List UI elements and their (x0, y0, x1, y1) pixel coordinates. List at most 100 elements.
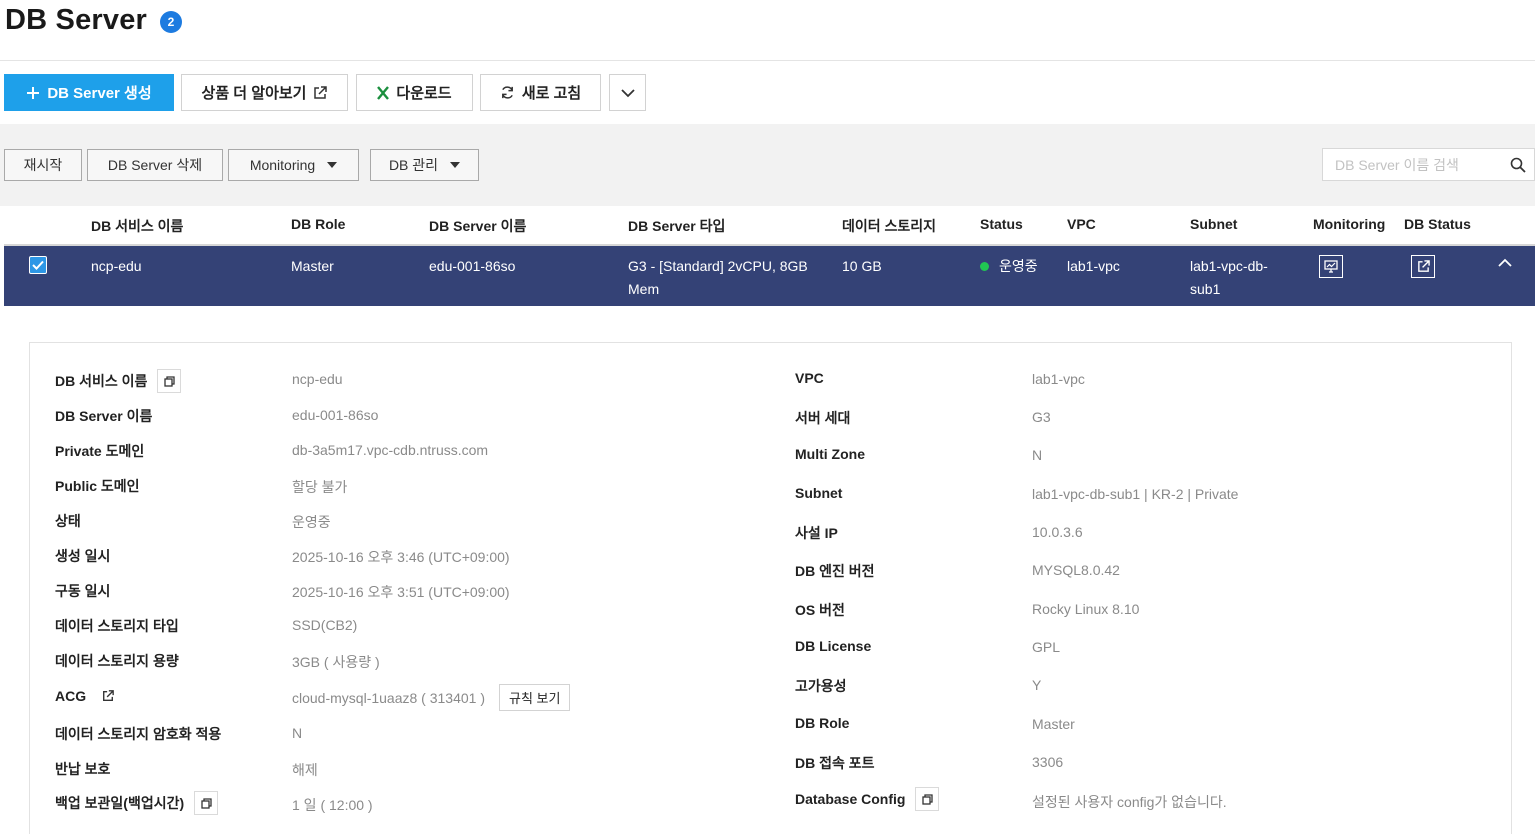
detail-value: G3 (1032, 409, 1051, 425)
detail-value: 3GB ( 사용량 ) (292, 654, 380, 670)
learn-more-label: 상품 더 알아보기 (201, 85, 307, 102)
chevron-up-icon[interactable] (1498, 258, 1512, 268)
cell-storage: 10 GB (842, 258, 882, 274)
detail-label-acg: ACG (55, 686, 120, 706)
table-header: DB 서비스 이름 DB Role DB Server 이름 DB Server… (4, 206, 1535, 246)
monitoring-label: Monitoring (249, 157, 316, 173)
search-input[interactable] (1335, 156, 1505, 174)
download-label: 다운로드 (396, 85, 452, 102)
refresh-label: 새로 고침 (521, 85, 582, 102)
detail-label: DB Role (795, 715, 850, 731)
column-header[interactable]: VPC (1067, 216, 1096, 232)
copy-icon[interactable] (157, 369, 182, 393)
detail-value: SSD(CB2) (292, 617, 358, 633)
detail-value: 2025-10-16 오후 3:46 (UTC+09:00) (292, 549, 510, 565)
row-checkbox[interactable] (29, 256, 47, 274)
detail-label-backup: 백업 보관일(백업시간) (55, 791, 219, 815)
column-header[interactable]: 데이터 스토리지 (842, 216, 936, 236)
subnet-line: sub1 (1190, 281, 1221, 297)
status-text: 운영중 (999, 258, 1038, 274)
page-title: DB Server (5, 4, 148, 36)
cell-subnet: lab1-vpc-db- sub1 (1190, 255, 1268, 301)
monitoring-button[interactable] (1319, 255, 1343, 278)
restart-button[interactable]: 재시작 (4, 149, 82, 181)
cell-server-name: edu-001-86so (429, 258, 516, 274)
cell-db-role: Master (291, 258, 334, 274)
detail-label: 데이터 스토리지 용량 (55, 653, 179, 669)
detail-label: DB 엔진 버전 (795, 563, 875, 579)
detail-value: MYSQL8.0.42 (1032, 562, 1120, 578)
detail-label: 사설 IP (795, 525, 838, 541)
detail-value: ncp-edu (292, 371, 343, 387)
learn-more-button[interactable]: 상품 더 알아보기 (181, 74, 348, 111)
more-menu-button[interactable] (609, 74, 646, 111)
detail-value: db-3a5m17.vpc-cdb.ntruss.com (292, 442, 489, 458)
detail-panel: DB 서비스 이름 DB Server 이름 Private 도메인 Publi… (29, 342, 1512, 834)
db-status-button[interactable] (1411, 255, 1435, 278)
label-text: Database Config (795, 791, 906, 807)
caret-down-icon (450, 162, 461, 168)
detail-value: 설정된 사용자 config가 없습니다. (1032, 794, 1227, 810)
detail-label: DB 접속 포트 (795, 755, 875, 771)
column-header[interactable]: DB Server 타입 (628, 216, 725, 236)
detail-label: 반납 보호 (55, 761, 111, 777)
db-manage-dropdown[interactable]: DB 관리 (370, 149, 479, 181)
detail-label: 고가용성 (795, 678, 847, 694)
copy-icon[interactable] (194, 791, 219, 815)
cell-server-type: G3 - [Standard] 2vCPU, 8GB Mem (628, 255, 808, 301)
db-manage-label: DB 관리 (388, 157, 439, 173)
monitoring-dropdown[interactable]: Monitoring (228, 149, 359, 181)
detail-label: Public 도메인 (55, 478, 140, 494)
checkmark-icon (32, 260, 44, 270)
title-bar: DB Server 2 (0, 0, 1535, 61)
refresh-icon (501, 86, 513, 99)
column-header[interactable]: DB 서비스 이름 (91, 216, 183, 236)
detail-value: Y (1032, 677, 1042, 693)
detail-label: VPC (795, 370, 824, 386)
cell-status: 운영중 (980, 255, 1038, 278)
cell-vpc: lab1-vpc (1067, 258, 1120, 274)
detail-value: edu-001-86so (292, 407, 379, 423)
column-header[interactable]: Status (980, 216, 1023, 232)
detail-area: DB 서비스 이름 DB Server 이름 Private 도메인 Publi… (4, 306, 1535, 834)
create-db-server-button[interactable]: DB Server 생성 (4, 74, 174, 111)
detail-value: 3306 (1032, 754, 1064, 770)
table-row[interactable]: ncp-edu Master edu-001-86so G3 - [Standa… (4, 246, 1535, 306)
status-dot-icon (980, 262, 989, 271)
label-text: ACG (55, 688, 87, 704)
detail-value: 해제 (292, 762, 318, 778)
copy-icon[interactable] (915, 787, 940, 811)
server-type-line: Mem (628, 281, 660, 297)
detail-value-acg: cloud-mysql-1uaaz8 ( 313401 ) 규칙 보기 (292, 684, 571, 711)
toolbar: DB Server 생성 상품 더 알아보기 다운로드 새로 고침 (0, 74, 1535, 111)
search-icon[interactable] (1510, 157, 1526, 173)
column-header[interactable]: Monitoring (1313, 216, 1385, 232)
action-bar: 재시작 DB Server 삭제 Monitoring DB 관리 (0, 124, 1535, 206)
detail-value: 1 일 ( 12:00 ) (292, 797, 373, 813)
detail-value: GPL (1032, 639, 1061, 655)
search-box (1322, 148, 1535, 181)
download-button[interactable]: 다운로드 (356, 74, 473, 111)
detail-value: 10.0.3.6 (1032, 524, 1083, 540)
detail-label: Multi Zone (795, 446, 865, 462)
column-header[interactable]: DB Role (291, 216, 345, 232)
delete-db-server-button[interactable]: DB Server 삭제 (87, 149, 223, 181)
excel-icon (377, 85, 390, 100)
chevron-down-icon (620, 88, 635, 97)
external-link-icon[interactable] (96, 686, 120, 706)
column-header[interactable]: DB Server 이름 (429, 216, 526, 236)
detail-value: 할당 불가 (292, 479, 348, 495)
restart-label: 재시작 (23, 157, 63, 173)
view-rules-button[interactable]: 규칙 보기 (499, 684, 571, 711)
detail-value: Master (1032, 716, 1075, 732)
detail-label-database-config: Database Config (795, 787, 940, 811)
detail-label: 구동 일시 (55, 583, 111, 599)
detail-label: 서버 세대 (795, 410, 851, 426)
delete-label: DB Server 삭제 (107, 157, 203, 173)
detail-value: N (292, 725, 303, 741)
refresh-button[interactable]: 새로 고침 (480, 74, 601, 111)
column-header[interactable]: DB Status (1404, 216, 1471, 232)
detail-label: DB Server 이름 (55, 408, 153, 424)
caret-down-icon (327, 162, 338, 168)
column-header[interactable]: Subnet (1190, 216, 1237, 232)
